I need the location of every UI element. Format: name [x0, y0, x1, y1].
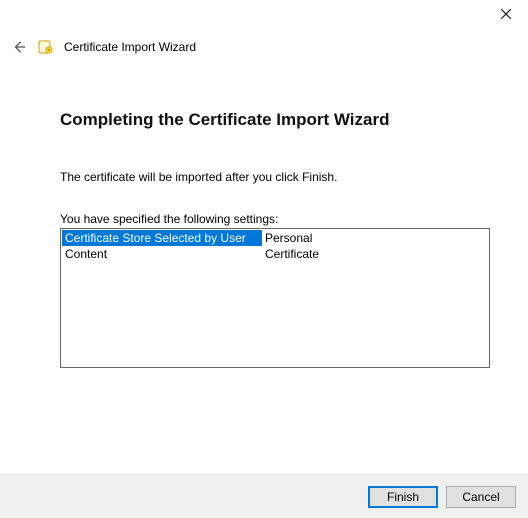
wizard-content: Completing the Certificate Import Wizard… [0, 62, 528, 368]
close-icon [501, 9, 511, 19]
wizard-header: Certificate Import Wizard [0, 28, 528, 62]
instruction-text: The certificate will be imported after y… [60, 170, 488, 184]
wizard-title: Certificate Import Wizard [64, 40, 196, 54]
back-button[interactable] [10, 38, 28, 56]
settings-label: You have specified the following setting… [60, 212, 488, 226]
certificate-icon [38, 39, 54, 55]
close-button[interactable] [494, 4, 518, 24]
wizard-footer: Finish Cancel [0, 474, 528, 518]
finish-button[interactable]: Finish [368, 486, 438, 508]
title-bar [0, 0, 528, 28]
back-arrow-icon [12, 40, 26, 54]
setting-key: Content [62, 246, 262, 262]
list-item[interactable]: Content Certificate [62, 246, 488, 262]
settings-listbox[interactable]: Certificate Store Selected by User Perso… [60, 228, 490, 368]
page-heading: Completing the Certificate Import Wizard [60, 110, 488, 130]
setting-value: Certificate [262, 246, 488, 262]
setting-key: Certificate Store Selected by User [62, 230, 262, 246]
list-item[interactable]: Certificate Store Selected by User Perso… [62, 230, 488, 246]
setting-value: Personal [262, 230, 488, 246]
cancel-button[interactable]: Cancel [446, 486, 516, 508]
